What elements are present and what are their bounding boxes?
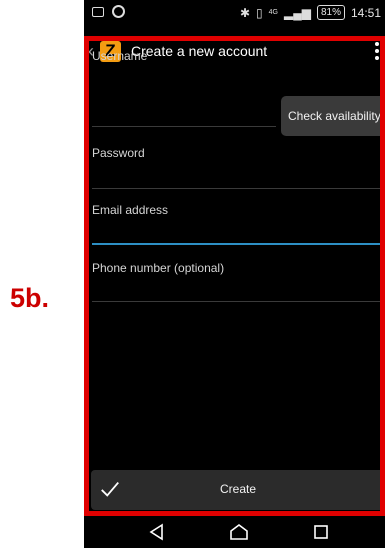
back-icon[interactable]	[146, 522, 168, 542]
password-label: Password	[92, 146, 145, 160]
circle-icon	[112, 5, 125, 18]
password-underline	[92, 188, 385, 189]
username-label: Username	[92, 49, 148, 63]
phone-label: Phone number (optional)	[92, 261, 225, 275]
check-availability-button[interactable]: Check availability	[281, 96, 385, 136]
vibrate-icon: ▯	[256, 5, 263, 20]
password-field[interactable]	[92, 162, 385, 188]
navigation-bar	[84, 516, 385, 548]
email-field[interactable]	[92, 220, 385, 244]
email-label: Email address	[92, 203, 169, 217]
overflow-menu-icon[interactable]	[375, 42, 379, 60]
recents-icon[interactable]	[310, 522, 332, 542]
username-underline	[92, 126, 276, 127]
screenshot-icon	[92, 6, 104, 17]
email-underline-focused	[92, 243, 385, 245]
step-annotation-label: 5b.	[10, 283, 50, 313]
home-icon[interactable]	[228, 522, 250, 542]
signal-icon: ▂▄▆	[283, 5, 311, 20]
battery-indicator: 81%	[316, 5, 345, 20]
page-title: Create a new account	[131, 43, 268, 59]
phone-field[interactable]	[92, 277, 385, 301]
create-button[interactable]: Create	[91, 470, 385, 510]
phone-underline	[92, 301, 385, 302]
create-button-label: Create	[219, 482, 257, 496]
username-field[interactable]	[92, 66, 276, 126]
status-bar: ✱ ▯ 4G ▂▄▆ 81% 14:51	[84, 0, 385, 26]
status-time: 14:51	[350, 5, 381, 20]
network-4g-icon: 4G	[268, 9, 278, 16]
bluetooth-icon: ✱	[239, 5, 251, 20]
